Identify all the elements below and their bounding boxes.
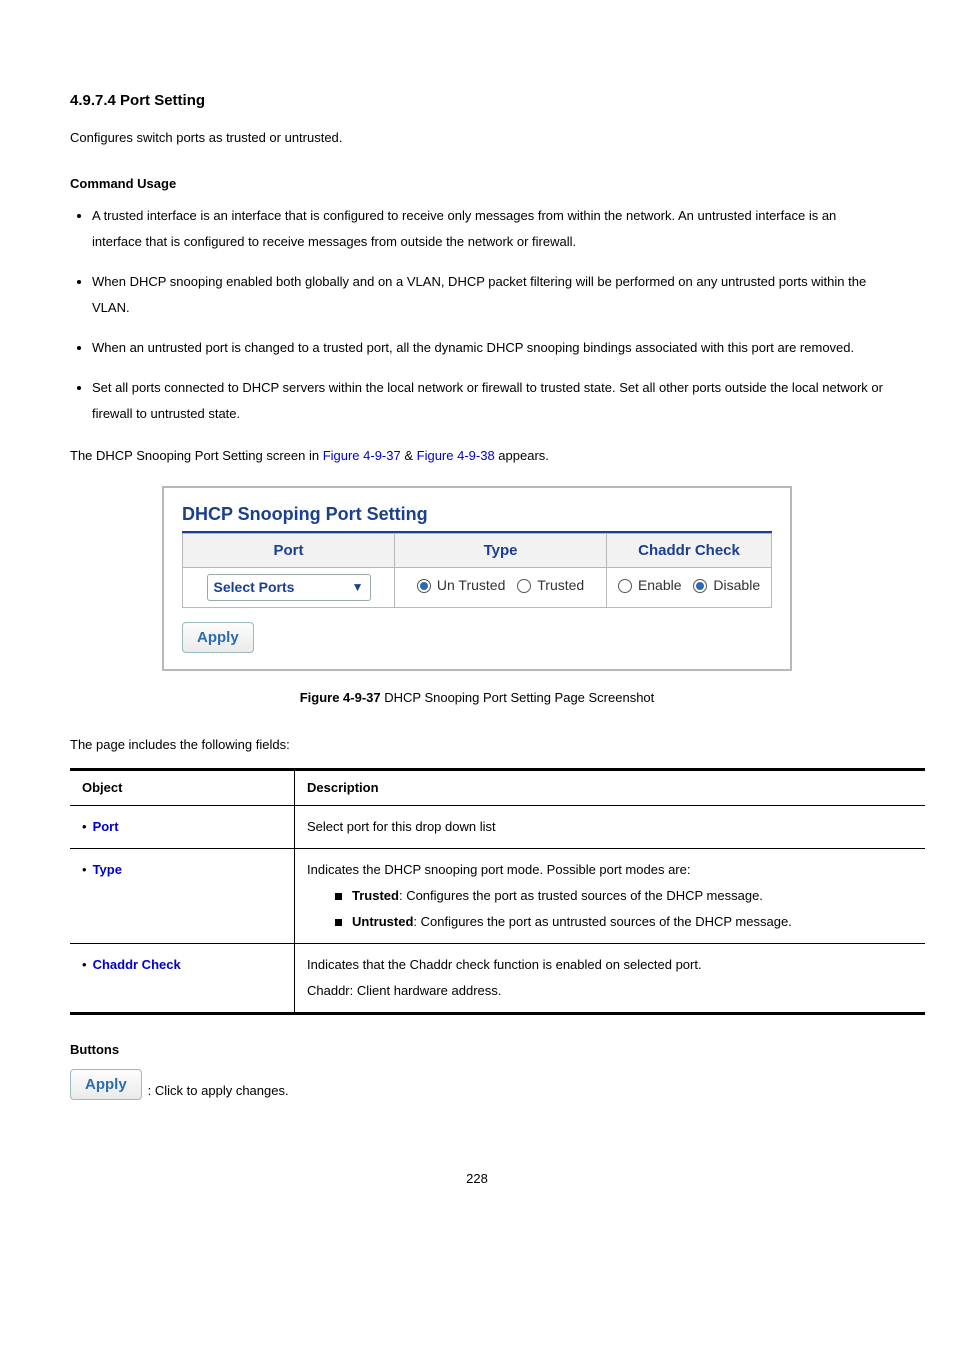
fields-table: Object Description •Port Select port for…	[70, 768, 925, 1015]
usage-item: Set all ports connected to DHCP servers …	[92, 375, 884, 427]
panel-title: DHCP Snooping Port Setting	[182, 502, 772, 533]
col-header-chaddr: Chaddr Check	[607, 533, 772, 567]
trusted-text: : Configures the port as trusted sources…	[399, 888, 763, 903]
col-header-port: Port	[183, 533, 395, 567]
field-object-chaddr: •Chaddr Check	[70, 943, 295, 1013]
square-bullet-icon	[335, 893, 342, 900]
fields-th-object: Object	[70, 769, 295, 805]
trusted-bold: Trusted	[352, 888, 399, 903]
section-intro: Configures switch ports as trusted or un…	[70, 129, 884, 147]
command-usage-list: A trusted interface is an interface that…	[70, 203, 884, 427]
figure-screenshot: DHCP Snooping Port Setting Port Type Cha…	[162, 486, 792, 672]
field-object-port: •Port	[70, 805, 295, 848]
fields-intro: The page includes the following fields:	[70, 736, 884, 754]
port-select-dropdown[interactable]: Select Ports ▼	[207, 574, 371, 602]
fields-th-description: Description	[295, 769, 926, 805]
radio-label: Un Trusted	[437, 576, 505, 596]
port-setting-table: Port Type Chaddr Check Select Ports ▼ Un…	[182, 533, 772, 609]
apply-button[interactable]: Apply	[70, 1069, 142, 1100]
figure-caption: Figure 4-9-37 DHCP Snooping Port Setting…	[70, 689, 884, 707]
text: appears.	[495, 448, 549, 463]
page-number: 228	[70, 1170, 884, 1188]
figure-link[interactable]: Figure 4-9-38	[417, 448, 495, 463]
usage-item: When an untrusted port is changed to a t…	[92, 335, 884, 361]
radio-enable[interactable]	[618, 579, 632, 593]
usage-item: A trusted interface is an interface that…	[92, 203, 884, 255]
field-object-type: •Type	[70, 848, 295, 943]
radio-label: Disable	[713, 576, 760, 596]
section-heading: 4.9.7.4 Port Setting	[70, 90, 884, 111]
chaddr-line1: Indicates that the Chaddr check function…	[307, 952, 913, 978]
square-bullet-icon	[335, 919, 342, 926]
field-desc-chaddr: Indicates that the Chaddr check function…	[295, 943, 926, 1013]
buttons-row: Apply : Click to apply changes.	[70, 1069, 884, 1100]
figure-link[interactable]: Figure 4-9-37	[323, 448, 401, 463]
chaddr-line2: Chaddr: Client hardware address.	[307, 978, 913, 1004]
field-desc-port: Select port for this drop down list	[295, 805, 926, 848]
radio-label: Enable	[638, 576, 682, 596]
buttons-heading: Buttons	[70, 1041, 884, 1059]
apply-button[interactable]: Apply	[182, 622, 254, 653]
untrusted-bold: Untrusted	[352, 914, 413, 929]
text: &	[401, 448, 417, 463]
port-select-value: Select Ports	[214, 578, 295, 598]
screen-reference-line: The DHCP Snooping Port Setting screen in…	[70, 447, 884, 465]
radio-label: Trusted	[537, 576, 584, 596]
col-header-type: Type	[395, 533, 607, 567]
radio-untrusted[interactable]	[417, 579, 431, 593]
type-lead: Indicates the DHCP snooping port mode. P…	[307, 857, 913, 883]
apply-description: : Click to apply changes.	[148, 1082, 289, 1100]
field-desc-type: Indicates the DHCP snooping port mode. P…	[295, 848, 926, 943]
usage-item: When DHCP snooping enabled both globally…	[92, 269, 884, 321]
untrusted-text: : Configures the port as untrusted sourc…	[413, 914, 791, 929]
radio-disable[interactable]	[693, 579, 707, 593]
text: The DHCP Snooping Port Setting screen in	[70, 448, 323, 463]
command-usage-heading: Command Usage	[70, 175, 884, 193]
chevron-down-icon: ▼	[352, 579, 364, 596]
caption-text: DHCP Snooping Port Setting Page Screensh…	[381, 690, 655, 705]
radio-trusted[interactable]	[517, 579, 531, 593]
caption-bold: Figure 4-9-37	[300, 690, 381, 705]
